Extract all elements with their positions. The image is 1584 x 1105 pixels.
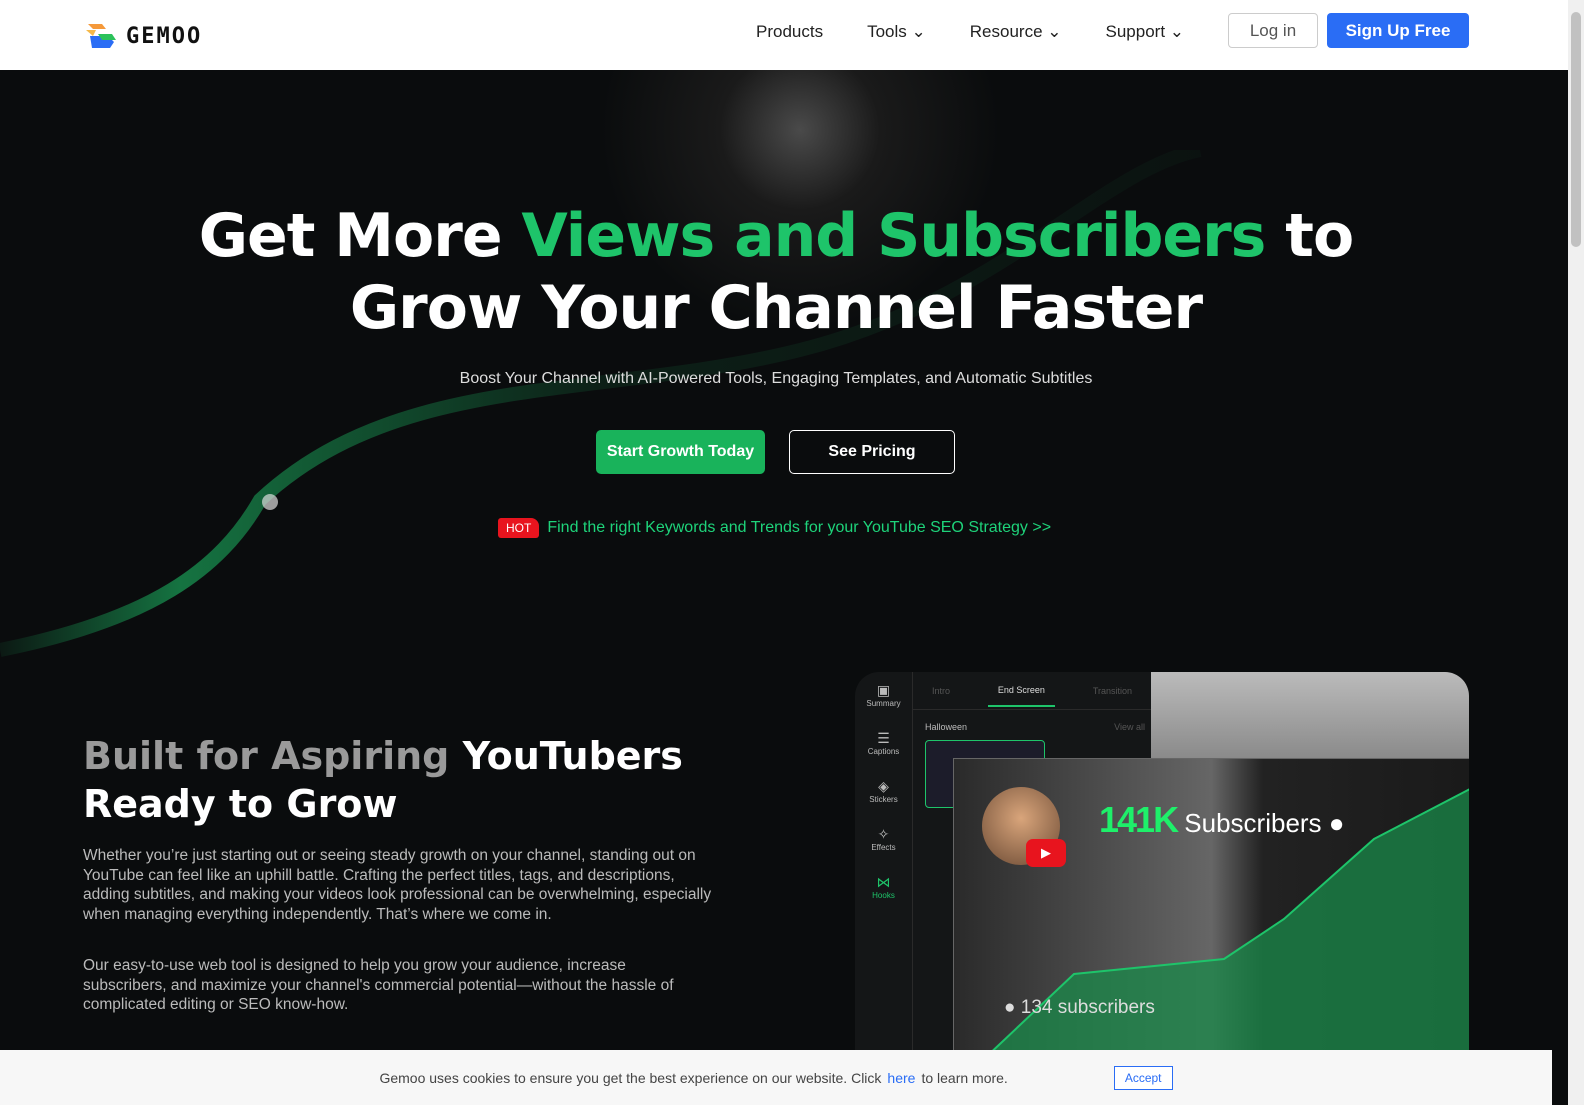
subscriber-count-big: 141K Subscribers ● <box>1099 799 1345 840</box>
product-mockup: ▣ Summary ☰ Captions ◈ Stickers ✧ Effects ⋈ H… <box>855 672 1469 1105</box>
sticker-icon: ◈ <box>878 778 889 794</box>
captions-icon: ☰ <box>877 730 890 746</box>
scrollbar-thumb[interactable] <box>1571 12 1581 247</box>
nav-resource[interactable]: Resource ⌄ <box>970 22 1062 42</box>
youtube-play-icon: ▶ <box>1026 839 1066 867</box>
subscriber-count-small: ● 134 subscribers <box>1004 997 1155 1018</box>
template-group-header: Halloween View all <box>925 722 1145 732</box>
cookie-learn-more-link[interactable]: here <box>887 1070 915 1086</box>
preview-area <box>1151 672 1469 762</box>
nav-resource-label: Resource <box>969 22 1043 41</box>
chevron-down-icon: ⌄ <box>1047 22 1062 41</box>
logo[interactable]: GEMOO <box>84 22 202 50</box>
scrollbar[interactable] <box>1568 0 1584 1105</box>
accept-cookies-button[interactable]: Accept <box>1113 1065 1173 1090</box>
hero-title: Get More Views and Subscribers to Grow Yo… <box>198 201 1354 343</box>
nav-products[interactable]: Products <box>756 22 823 42</box>
cookie-banner: Gemoo uses cookies to ensure you get the… <box>0 1050 1552 1105</box>
sidebar-item-hooks: ⋈ Hooks <box>855 864 912 912</box>
nav-tools-label: Tools <box>867 22 907 41</box>
tab-intro: Intro <box>931 685 950 696</box>
start-growth-button[interactable]: Start Growth Today <box>596 430 765 474</box>
hero-subtitle: Boost Your Channel with AI-Powered Tools… <box>459 370 1093 387</box>
hooks-icon: ⋈ <box>876 874 891 890</box>
magic-wand-icon: ✧ <box>877 826 890 842</box>
section-title: Built for Aspiring YouTubers Ready to Gro… <box>83 734 683 826</box>
sidebar-item-effects: ✧ Effects <box>855 816 912 864</box>
chevron-down-icon: ⌄ <box>911 22 926 41</box>
see-pricing-button[interactable]: See Pricing <box>789 430 955 474</box>
tab-end-screen: End Screen <box>987 675 1055 707</box>
mockup-tabs: Intro End Screen Transition <box>913 672 1151 710</box>
signup-button[interactable]: Sign Up Free <box>1327 13 1469 48</box>
hot-banner: HOT Find the right Keywords and Trends f… <box>498 518 1051 538</box>
seo-keywords-link[interactable]: Find the right Keywords and Trends for y… <box>547 519 1051 537</box>
gemoo-logo-icon <box>86 24 116 48</box>
sidebar-item-summary: ▣ Summary <box>855 672 912 720</box>
hero-section: Get More Views and Subscribers to Grow Yo… <box>0 70 1552 1105</box>
nav-support[interactable]: Support ⌄ <box>1106 22 1185 42</box>
cookie-text: Gemoo uses cookies to ensure you get the… <box>379 1069 882 1086</box>
section-paragraph: Our easy-to-use web tool is designed to … <box>83 957 674 1013</box>
chevron-down-icon: ⌄ <box>1169 22 1185 41</box>
mockup-sidebar: ▣ Summary ☰ Captions ◈ Stickers ✧ Effects ⋈ H… <box>855 672 913 1105</box>
sidebar-item-stickers: ◈ Stickers <box>855 768 912 816</box>
section-paragraph: Whether you’re just starting out or seei… <box>83 847 712 923</box>
hot-badge: HOT <box>498 518 540 538</box>
nav-tools[interactable]: Tools ⌄ <box>867 22 926 42</box>
ai-icon: ▣ <box>876 682 891 698</box>
top-nav: GEMOO Products Tools ⌄ Resource ⌄ Suppor… <box>0 0 1568 70</box>
nav-support-label: Support <box>1105 22 1166 41</box>
login-button[interactable]: Log in <box>1228 13 1318 48</box>
tab-transition: Transition <box>1092 685 1133 696</box>
cookie-text-2: to learn more. <box>921 1069 1008 1086</box>
sidebar-item-captions: ☰ Captions <box>855 720 912 768</box>
